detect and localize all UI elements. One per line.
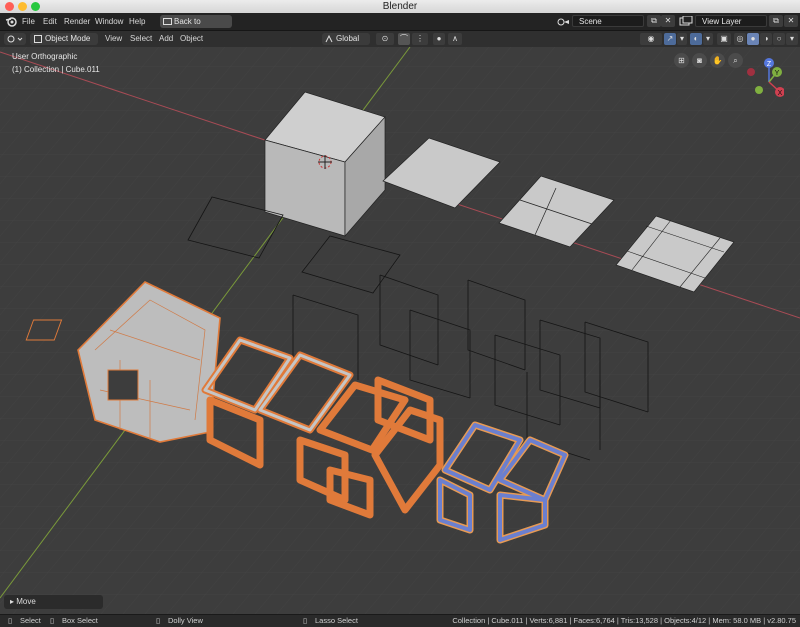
zoom-view-button[interactable]: ⌕	[728, 53, 743, 68]
grid-view-button[interactable]: ⊞	[674, 53, 689, 68]
menu-add[interactable]: Add	[159, 31, 173, 47]
new-view-layer-button[interactable]: ⧉	[769, 15, 783, 27]
editor-type-icon	[7, 35, 23, 43]
status-bar: ▯ Select ▯ Box Select ▯ Dolly View ▯ Las…	[0, 614, 800, 627]
shading-solid-button[interactable]: ●	[747, 33, 759, 45]
orientation-label: Global	[336, 34, 360, 43]
snap-settings-button[interactable]: ⋮	[412, 33, 428, 45]
fullscreen-back-icon	[163, 18, 172, 25]
operator-label: Move	[16, 597, 36, 606]
object-mode-label: Object Mode	[45, 34, 91, 43]
top-bar: File Edit Render Window Help Back to Pre…	[0, 13, 800, 39]
object-mode-icon	[34, 35, 42, 43]
xray-icon: ▣	[720, 34, 728, 43]
3d-viewport[interactable]: User Orthographic (1) Collection | Cube.…	[0, 47, 800, 614]
shading-solid-icon: ●	[750, 34, 756, 43]
zoom-icon: ⌕	[733, 56, 738, 65]
window-titlebar: Blender	[0, 0, 800, 14]
gizmo-dropdown[interactable]: ▾	[677, 33, 687, 45]
gizmo-toggle[interactable]: ↗	[664, 33, 676, 45]
pan-view-button[interactable]: ✋	[710, 53, 725, 68]
menu-file[interactable]: File	[22, 13, 35, 30]
transform-orientation-dropdown[interactable]: Global	[322, 33, 370, 45]
object-mode-dropdown[interactable]: Object Mode	[30, 33, 98, 45]
shading-material-button[interactable]: ◑	[760, 33, 772, 45]
blender-logo-icon[interactable]	[5, 16, 17, 27]
overlay-icon: ◐	[693, 34, 699, 43]
scene-selector[interactable]: Scene	[572, 15, 644, 27]
editor-type-button[interactable]	[4, 33, 26, 45]
gizmo-icon: ↗	[666, 34, 674, 43]
falloff-button[interactable]: ∧	[448, 33, 462, 45]
pivot-point-button[interactable]: ⊙	[376, 33, 394, 45]
overlay-toggle[interactable]: ◐	[690, 33, 702, 45]
view-layer-icon[interactable]	[679, 16, 693, 27]
view-layer-name: View Layer	[702, 17, 742, 26]
pivot-icon: ⊙	[381, 34, 389, 43]
viewport-scene[interactable]	[0, 47, 800, 614]
last-operator-panel[interactable]: ▸ Move	[4, 595, 103, 609]
menu-render[interactable]: Render	[64, 13, 90, 30]
status-dolly-view: Dolly View	[168, 616, 203, 625]
hand-pan-icon: ✋	[712, 56, 723, 65]
status-lasso-select: Lasso Select	[315, 616, 358, 625]
menu-select[interactable]: Select	[130, 31, 152, 47]
snap-toggle[interactable]: ⌒	[398, 33, 410, 45]
new-scene-button[interactable]: ⧉	[647, 15, 661, 27]
status-box-select: Box Select	[62, 616, 98, 625]
camera-view-button[interactable]: ◙	[692, 53, 707, 68]
shading-rendered-button[interactable]: ○	[773, 33, 785, 45]
view-layer-selector[interactable]: View Layer	[695, 15, 767, 27]
proportional-edit-toggle[interactable]: ●	[433, 33, 445, 45]
camera-icon: ◙	[697, 56, 702, 65]
snap-icon: ⌒	[400, 34, 408, 43]
status-select: Select	[20, 616, 41, 625]
menu-object[interactable]: Object	[180, 31, 203, 47]
gizmo-z-label: Z	[767, 61, 772, 68]
visibility-icon: ◉	[647, 34, 655, 43]
mouse-icon: ▯	[303, 616, 308, 625]
delete-scene-button[interactable]: ✕	[661, 15, 675, 27]
mouse-icon: ▯	[8, 616, 13, 625]
delete-view-layer-button[interactable]: ✕	[784, 15, 798, 27]
menu-window[interactable]: Window	[95, 13, 123, 30]
gizmo-x-label: X	[778, 90, 783, 97]
xray-toggle[interactable]: ▣	[717, 33, 731, 45]
gizmo-y-label: Y	[775, 70, 780, 77]
navigation-gizmo[interactable]: Z Y X	[744, 55, 784, 103]
grid-view-icon: ⊞	[678, 56, 685, 65]
menu-view[interactable]: View	[105, 31, 122, 47]
scene-statistics: Collection | Cube.011 | Verts:6,881 | Fa…	[452, 616, 796, 625]
scene-name: Scene	[579, 17, 602, 26]
mouse-icon: ▯	[50, 616, 55, 625]
scene-icon[interactable]	[556, 16, 570, 27]
menu-help[interactable]: Help	[129, 13, 145, 30]
visibility-dropdown[interactable]: ◉	[640, 33, 662, 45]
viewport-header: Object Mode View Select Add Object Globa…	[0, 31, 800, 47]
window-title: Blender	[382, 1, 418, 12]
shading-dropdown[interactable]: ▾	[786, 33, 798, 45]
collection-info-text: (1) Collection | Cube.011	[12, 65, 100, 74]
overlay-dropdown[interactable]: ▾	[703, 33, 713, 45]
proportional-edit-icon: ●	[436, 34, 442, 43]
menu-edit[interactable]: Edit	[43, 13, 57, 30]
shading-wireframe-button[interactable]: ◎	[734, 33, 746, 45]
view-name-text: User Orthographic	[12, 52, 78, 61]
transform-orientation-icon	[325, 35, 333, 43]
mouse-icon: ▯	[156, 616, 161, 625]
